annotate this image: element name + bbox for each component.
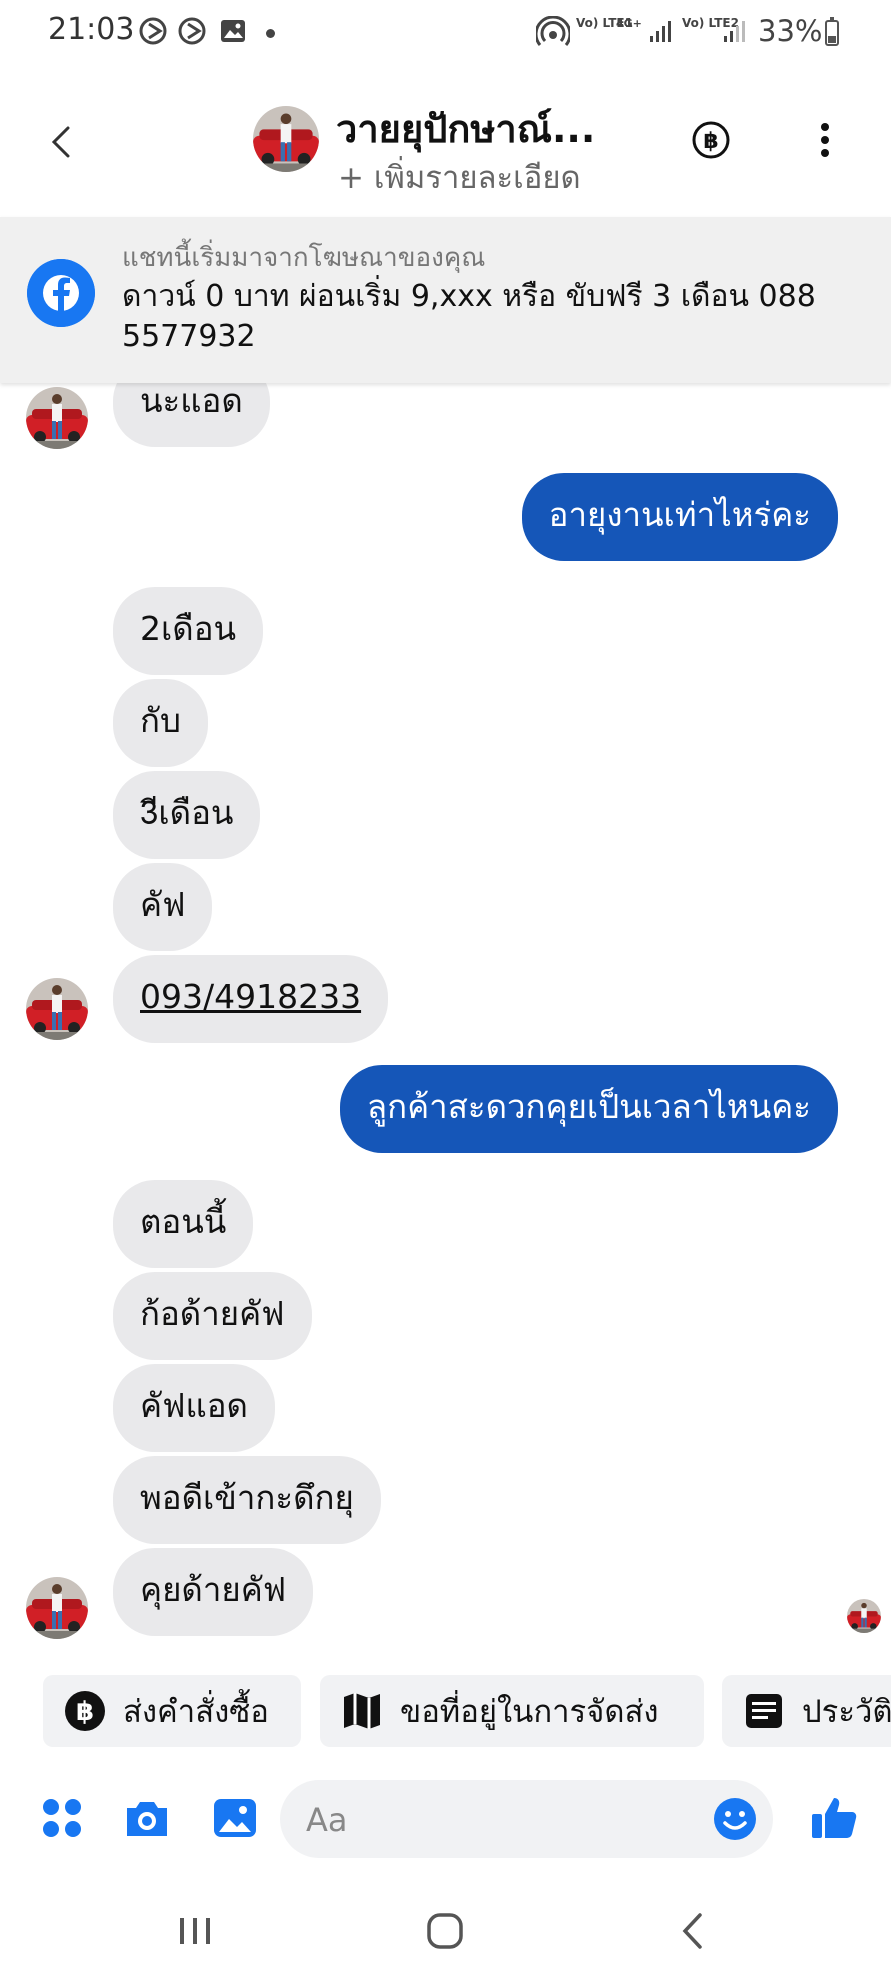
message-bubble-outgoing[interactable]: ลูกค้าสะดวกคุยเป็นเวลาไหนคะ xyxy=(339,1065,838,1153)
message-bubble-incoming[interactable]: คัฟแอด xyxy=(113,1364,275,1452)
battery-percent: 33% xyxy=(758,14,823,48)
status-bar: 21:03 Vo) LTE1 4G+ Vo) LTE2 33% xyxy=(0,0,891,66)
back-arrow-icon[interactable] xyxy=(40,120,84,164)
ad-text: ดาวน์ 0 บาท ผ่อนเริ่ม 9,xxx หรือ ขับฟรี … xyxy=(122,279,816,354)
message-bubble-outgoing[interactable]: อายุงานเท่าไหร่คะ xyxy=(521,473,838,561)
emoji-icon[interactable] xyxy=(712,1796,758,1842)
gallery-icon[interactable] xyxy=(209,1792,261,1844)
contact-avatar[interactable] xyxy=(253,106,319,172)
nav-back-icon[interactable] xyxy=(668,1906,718,1956)
svg-text:฿: ฿ xyxy=(703,129,718,154)
message-composer xyxy=(0,1770,891,1870)
receipt-icon xyxy=(746,1694,782,1728)
message-bubble-incoming[interactable]: 2เดือน xyxy=(113,587,264,675)
contact-avatar[interactable] xyxy=(26,1577,88,1639)
quick-reply-send-order[interactable]: ฿ ส่งคำสั่งซื้อ xyxy=(43,1675,301,1747)
quick-reply-history[interactable]: ประวัติ xyxy=(722,1675,891,1747)
contact-name[interactable]: วายยุปักษาณ์... xyxy=(336,98,595,159)
baht-icon: ฿ xyxy=(65,1691,105,1731)
message-bubble-incoming[interactable]: คุยด้ายคัฟ xyxy=(113,1548,314,1636)
home-icon[interactable] xyxy=(420,1906,470,1956)
baht-icon[interactable]: ฿ xyxy=(691,120,731,160)
message-input-box[interactable] xyxy=(280,1780,773,1858)
message-bubble-incoming[interactable]: 3ีเดือน xyxy=(113,771,261,859)
hotspot-icon xyxy=(536,16,570,46)
add-details-link[interactable]: + เพิ่มรายละเอียด xyxy=(338,152,581,202)
quick-reply-request-address[interactable]: ขอที่อยู่ในการจัดส่ง xyxy=(320,1675,704,1747)
message-bubble-incoming[interactable]: ตอนนี้ xyxy=(113,1180,254,1268)
map-icon xyxy=(344,1693,380,1729)
signal-icon xyxy=(724,21,745,42)
media-play-icon xyxy=(178,17,206,45)
signal-icon xyxy=(650,21,671,42)
ad-origin-banner[interactable]: แชทนี้เริ่มมาจากโฆษณาของคุณ ดาวน์ 0 บาท … xyxy=(0,217,891,383)
message-bubble-incoming[interactable]: คัฟ xyxy=(113,863,213,951)
image-icon xyxy=(221,20,245,42)
status-time: 21:03 xyxy=(48,12,135,47)
camera-icon[interactable] xyxy=(121,1792,173,1844)
notification-dot xyxy=(266,29,275,38)
system-nav-bar xyxy=(0,1880,891,1980)
recent-apps-icon[interactable] xyxy=(170,1906,220,1956)
battery-icon xyxy=(825,17,839,46)
network-label: 4G+ xyxy=(616,17,642,30)
apps-icon[interactable] xyxy=(36,1792,88,1844)
message-input[interactable] xyxy=(304,1790,688,1850)
contact-avatar[interactable] xyxy=(26,978,88,1040)
contact-avatar[interactable] xyxy=(26,387,88,449)
chat-header: วายยุปักษาณ์... + เพิ่มรายละเอียด ฿ xyxy=(0,66,891,216)
read-receipt-avatar xyxy=(847,1599,881,1633)
message-bubble-incoming[interactable]: พอดีเข้ากะดึกยุ xyxy=(113,1456,381,1544)
quick-reply-label: ประวัติ xyxy=(802,1694,891,1730)
ad-caption: แชทนี้เริ่มมาจากโฆษณาของคุณ xyxy=(122,243,486,273)
more-vertical-icon[interactable] xyxy=(808,118,842,162)
facebook-icon xyxy=(27,259,95,327)
message-bubble-incoming[interactable]: ก้อด้ายคัฟ xyxy=(113,1272,312,1360)
quick-reply-label: ส่งคำสั่งซื้อ xyxy=(123,1694,269,1730)
message-phone-link[interactable]: 093/4918233 xyxy=(113,955,389,1043)
thumbs-up-icon[interactable] xyxy=(808,1792,860,1844)
quick-reply-label: ขอที่อยู่ในการจัดส่ง xyxy=(400,1694,659,1730)
quick-replies-bar: ฿ ส่งคำสั่งซื้อ ขอที่อยู่ในการจัดส่ง ประ… xyxy=(0,1675,891,1751)
svg-text:฿: ฿ xyxy=(76,1697,94,1727)
message-bubble-incoming[interactable]: กับ xyxy=(113,679,208,767)
media-play-icon xyxy=(139,17,167,45)
